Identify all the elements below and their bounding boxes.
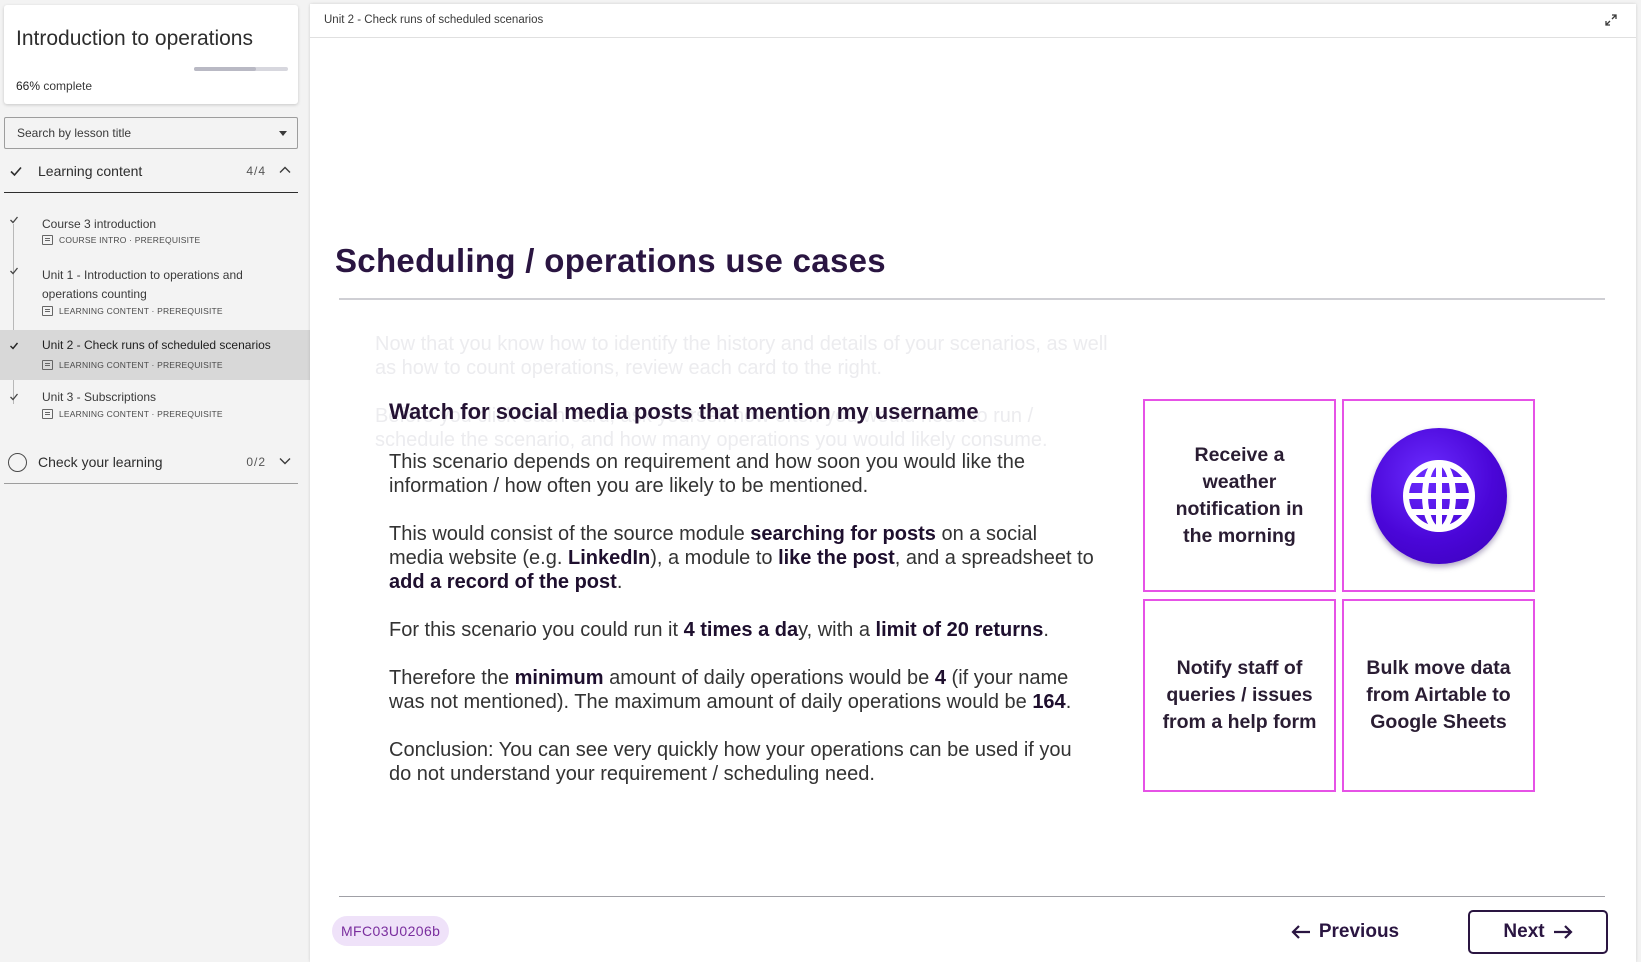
course-progress-text: 66% complete (16, 79, 92, 93)
section-divider (4, 483, 298, 484)
lesson-search-select[interactable]: Search by lesson title (4, 117, 298, 149)
lesson-item-unit-1[interactable]: Unit 1 - Introduction to operations and … (0, 258, 310, 320)
card-weather-notification[interactable]: Receive a weather notification in the mo… (1143, 399, 1336, 592)
expand-icon[interactable] (1604, 13, 1618, 27)
section-count: 4/4 (246, 164, 266, 178)
previous-button[interactable]: Previous (1270, 912, 1420, 952)
check-icon (10, 342, 19, 350)
check-icon (10, 216, 19, 224)
detail-paragraph-5: Conclusion: You can see very quickly how… (389, 739, 1072, 785)
content-icon (42, 306, 53, 316)
lesson-item-unit-3[interactable]: Unit 3 - Subscriptions LEARNING CONTENT … (0, 388, 310, 432)
background-intro-text: Now that you know how to identify the hi… (375, 333, 1108, 379)
detail-paragraph-4: Therefore the minimum amount of daily op… (389, 667, 1072, 713)
content-icon (42, 409, 53, 419)
lesson-meta: COURSE INTRO · PREREQUISITE (42, 235, 200, 245)
check-icon (10, 166, 22, 177)
incomplete-circle-icon (8, 453, 27, 472)
next-button[interactable]: Next (1468, 910, 1608, 954)
chevron-down-icon[interactable] (278, 454, 292, 468)
content-icon (42, 360, 53, 370)
course-progress-bar (194, 67, 288, 71)
breadcrumb: Unit 2 - Check runs of scheduled scenari… (324, 14, 544, 26)
course-progress-fill (194, 67, 257, 71)
lesson-meta-text: COURSE INTRO · PREREQUISITE (59, 235, 201, 245)
card-notify-staff[interactable]: Notify staff of queries / issues from a … (1143, 599, 1336, 792)
lesson-content-panel: Unit 2 - Check runs of scheduled scenari… (310, 4, 1636, 962)
card-label: Bulk move data from Airtable to Google S… (1366, 657, 1511, 733)
lesson-search-placeholder: Search by lesson title (17, 126, 132, 140)
card-label: Notify staff of queries / issues from a … (1162, 657, 1317, 733)
lesson-title: Unit 2 - Check runs of scheduled scenari… (42, 338, 271, 352)
lesson-title: Course 3 introduction (42, 217, 157, 231)
lesson-meta: LEARNING CONTENT · PREREQUISITE (42, 306, 223, 316)
course-title: Introduction to operations (16, 27, 253, 50)
page-title: Scheduling / operations use cases (335, 242, 886, 279)
detail-paragraph-2: This would consist of the source module … (389, 523, 1094, 593)
section-divider (4, 192, 298, 193)
arrow-right-icon (1553, 925, 1573, 939)
progress-percent: 66% (16, 79, 41, 93)
section-check-your-learning[interactable]: Check your learning 0/2 (4, 440, 298, 484)
lesson-meta: LEARNING CONTENT · PREREQUISITE (42, 360, 223, 370)
detail-paragraph-3: For this scenario you could run it 4 tim… (389, 619, 1049, 641)
chevron-up-icon[interactable] (278, 163, 292, 177)
card-detail-body: This scenario depends on requirement and… (389, 450, 1094, 810)
card-label: Receive a weather notification in the mo… (1175, 443, 1304, 547)
progress-suffix: complete (43, 79, 93, 93)
globe-icon (1370, 427, 1507, 564)
card-social-media-active[interactable] (1342, 399, 1535, 592)
section-learning-content[interactable]: Learning content 4/4 (4, 149, 298, 193)
lesson-meta-text: LEARNING CONTENT · PREREQUISITE (59, 306, 223, 316)
check-icon (10, 393, 19, 401)
lesson-meta-text: LEARNING CONTENT · PREREQUISITE (59, 360, 223, 370)
section-count: 0/2 (246, 455, 266, 469)
check-icon (10, 267, 19, 275)
footer-divider (339, 896, 1605, 897)
lesson-meta: LEARNING CONTENT · PREREQUISITE (42, 409, 223, 419)
detail-paragraph-1: This scenario depends on requirement and… (389, 451, 1025, 497)
lesson-title: Unit 1 - Introduction to operations and … (42, 268, 243, 301)
lesson-title: Unit 3 - Subscriptions (42, 390, 157, 404)
course-header-card: Introduction to operations 66% complete (4, 5, 298, 104)
section-label: Learning content (38, 163, 143, 179)
course-sidebar: Introduction to operations 66% complete … (0, 0, 310, 962)
lesson-code-badge: MFC03U0206b (332, 916, 450, 946)
lesson-meta-text: LEARNING CONTENT · PREREQUISITE (59, 409, 223, 419)
title-divider (339, 298, 1605, 300)
card-bulk-move-data[interactable]: Bulk move data from Airtable to Google S… (1342, 599, 1535, 792)
section-label: Check your learning (38, 454, 163, 470)
use-case-card-grid: Receive a weather notification in the mo… (1143, 399, 1537, 795)
previous-label: Previous (1318, 921, 1400, 942)
next-label: Next (1503, 921, 1545, 942)
lesson-item-course-intro[interactable]: Course 3 introduction COURSE INTRO · PRE… (0, 207, 310, 251)
card-detail-title: Watch for social media posts that mentio… (389, 399, 979, 424)
caret-down-icon (279, 131, 287, 136)
lesson-item-unit-2[interactable]: Unit 2 - Check runs of scheduled scenari… (0, 330, 310, 380)
document-icon (42, 235, 53, 245)
lesson-topbar: Unit 2 - Check runs of scheduled scenari… (310, 4, 1636, 38)
arrow-left-icon (1291, 925, 1310, 939)
